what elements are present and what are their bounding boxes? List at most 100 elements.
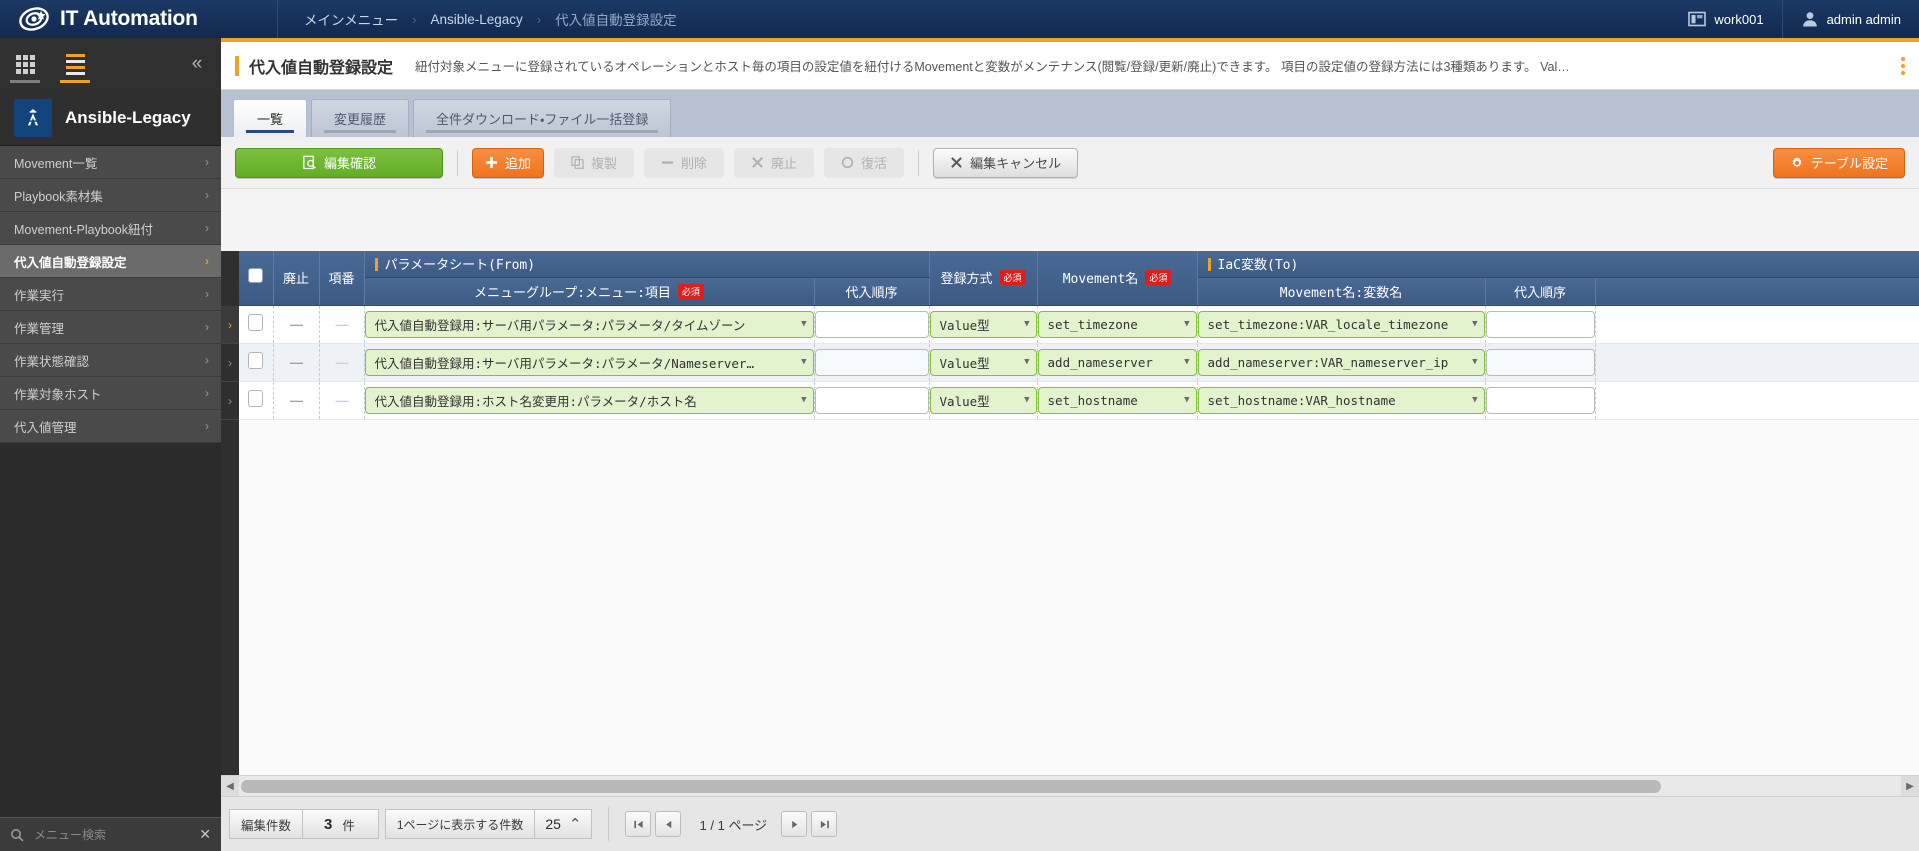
table-row[interactable]: — — 代入値自動登録用:ホスト名変更用:パラメータ/ホスト名 ▼ Value型 (239, 381, 1919, 419)
row-checkbox[interactable] (248, 352, 263, 369)
movement-name-select[interactable]: set_timezone ▼ (1038, 311, 1197, 338)
sidebar-item-playbook-materials[interactable]: Playbook素材集 › (0, 179, 221, 212)
kebab-menu-icon[interactable] (1901, 57, 1905, 75)
next-page-button[interactable] (781, 811, 807, 837)
sidebar-tab-grid-view[interactable] (0, 38, 50, 90)
row-expand-toggle[interactable]: › (221, 382, 239, 420)
row-checkbox[interactable] (248, 314, 263, 331)
breadcrumb-item-ansible-legacy[interactable]: Ansible-Legacy (428, 12, 524, 27)
tab-change-history[interactable]: 変更履歴 (311, 99, 409, 137)
workspace-selector[interactable]: work001 (1670, 0, 1781, 38)
row-movement-var-cell[interactable]: set_hostname:VAR_hostname ▼ (1197, 381, 1485, 419)
last-page-button[interactable] (811, 811, 837, 837)
first-page-button[interactable] (625, 811, 651, 837)
row-register-method-cell[interactable]: Value型 ▼ (929, 305, 1037, 343)
tab-bulk-download-upload[interactable]: 全件ダウンロード・ファイル一括登録 (413, 99, 671, 137)
sidebar-item-movement-playbook-link[interactable]: Movement-Playbook紐付 › (0, 212, 221, 245)
cancel-edit-button[interactable]: 編集キャンセル (933, 148, 1078, 178)
sidebar-search[interactable]: ✕ (0, 817, 221, 851)
sidebar-item-execute-work[interactable]: 作業実行 › (0, 278, 221, 311)
prev-page-button[interactable] (655, 811, 681, 837)
column-header-discard[interactable]: 廃止 (273, 251, 319, 305)
scroll-right-arrow-icon[interactable]: ▶ (1901, 776, 1919, 797)
brand-area[interactable]: IT Automation (0, 0, 278, 38)
confirm-edit-button[interactable]: 編集確認 (235, 148, 443, 178)
discard-button[interactable]: 廃止 (734, 148, 814, 178)
row-menu-group-cell[interactable]: 代入値自動登録用:ホスト名変更用:パラメータ/ホスト名 ▼ (364, 381, 814, 419)
assign-order-from-input[interactable] (815, 349, 929, 376)
column-header-menu-group[interactable]: メニューグループ:メニュー:項目必須 (364, 277, 814, 305)
chevron-up-icon[interactable]: ⌃ (569, 815, 582, 833)
add-button[interactable]: 追加 (472, 148, 544, 178)
column-header-register-method[interactable]: 登録方式必須 (929, 251, 1037, 305)
row-assign-order-to-cell[interactable] (1485, 343, 1595, 381)
column-header-seq[interactable]: 項番 (319, 251, 364, 305)
row-assign-order-from-cell[interactable] (814, 305, 929, 343)
user-menu[interactable]: admin admin (1782, 0, 1919, 38)
row-assign-order-to-cell[interactable] (1485, 381, 1595, 419)
restore-button[interactable]: 復活 (824, 148, 904, 178)
row-assign-order-from-cell[interactable] (814, 381, 929, 419)
scroll-left-arrow-icon[interactable]: ◀ (221, 776, 239, 797)
register-method-select[interactable]: Value型 ▼ (930, 387, 1037, 414)
row-assign-order-to-cell[interactable] (1485, 305, 1595, 343)
scrollbar-thumb[interactable] (241, 780, 1661, 793)
row-movement-name-cell[interactable]: set_hostname ▼ (1037, 381, 1197, 419)
scrollbar-track[interactable] (239, 776, 1901, 797)
row-register-method-cell[interactable]: Value型 ▼ (929, 343, 1037, 381)
row-select-cell[interactable] (239, 305, 273, 343)
movement-var-select[interactable]: set_timezone:VAR_locale_timezone ▼ (1198, 311, 1485, 338)
sidebar-item-movement-list[interactable]: Movement一覧 › (0, 146, 221, 179)
menu-group-select[interactable]: 代入値自動登録用:ホスト名変更用:パラメータ/ホスト名 ▼ (365, 387, 814, 414)
sidebar-item-substitution-management[interactable]: 代入値管理 › (0, 410, 221, 443)
row-movement-name-cell[interactable]: set_timezone ▼ (1037, 305, 1197, 343)
delete-button[interactable]: 削除 (644, 148, 724, 178)
assign-order-to-input[interactable] (1486, 311, 1595, 338)
duplicate-button[interactable]: 複製 (554, 148, 634, 178)
row-assign-order-from-cell[interactable] (814, 343, 929, 381)
breadcrumb-item-main-menu[interactable]: メインメニュー (302, 9, 400, 29)
per-page-selector[interactable]: 1ページに表示する件数 (385, 809, 535, 839)
column-header-movement-var[interactable]: Movement名:変数名 (1197, 277, 1485, 305)
search-input[interactable] (32, 827, 191, 843)
movement-name-select[interactable]: add_nameserver ▼ (1038, 349, 1197, 376)
select-all-checkbox[interactable] (248, 268, 263, 283)
row-select-cell[interactable] (239, 343, 273, 381)
row-menu-group-cell[interactable]: 代入値自動登録用:サーバ用パラメータ:パラメータ/Nameserver… ▼ (364, 343, 814, 381)
row-checkbox[interactable] (248, 390, 263, 407)
tab-list[interactable]: 一覧 (233, 99, 307, 137)
column-header-assign-order-from[interactable]: 代入順序 (814, 277, 929, 305)
row-menu-group-cell[interactable]: 代入値自動登録用:サーバ用パラメータ:パラメータ/タイムゾーン ▼ (364, 305, 814, 343)
row-movement-var-cell[interactable]: add_nameserver:VAR_nameserver_ip ▼ (1197, 343, 1485, 381)
column-header-assign-order-to[interactable]: 代入順序 (1485, 277, 1595, 305)
register-method-select[interactable]: Value型 ▼ (930, 311, 1037, 338)
register-method-select[interactable]: Value型 ▼ (930, 349, 1037, 376)
sidebar-collapse-button[interactable]: « (173, 38, 221, 90)
table-row[interactable]: — — 代入値自動登録用:サーバ用パラメータ:パラメータ/タイムゾーン ▼ Va… (239, 305, 1919, 343)
table-row[interactable]: — — 代入値自動登録用:サーバ用パラメータ:パラメータ/Nameserver…… (239, 343, 1919, 381)
column-header-movement-name[interactable]: Movement名必須 (1037, 251, 1197, 305)
row-expand-toggle[interactable]: › (221, 306, 239, 344)
close-icon[interactable]: ✕ (199, 826, 211, 843)
select-all-header[interactable] (239, 251, 273, 305)
menu-group-select[interactable]: 代入値自動登録用:サーバ用パラメータ:パラメータ/Nameserver… ▼ (365, 349, 814, 376)
sidebar-tab-list-view[interactable] (50, 38, 100, 90)
row-movement-name-cell[interactable]: add_nameserver ▼ (1037, 343, 1197, 381)
row-select-cell[interactable] (239, 381, 273, 419)
assign-order-from-input[interactable] (815, 311, 929, 338)
assign-order-to-input[interactable] (1486, 387, 1595, 414)
row-movement-var-cell[interactable]: set_timezone:VAR_locale_timezone ▼ (1197, 305, 1485, 343)
movement-var-select[interactable]: set_hostname:VAR_hostname ▼ (1198, 387, 1485, 414)
per-page-value-box[interactable]: 25 ⌃ (535, 809, 592, 839)
movement-name-select[interactable]: set_hostname ▼ (1038, 387, 1197, 414)
horizontal-scrollbar[interactable]: ◀ ▶ (221, 775, 1919, 796)
assign-order-to-input[interactable] (1486, 349, 1595, 376)
row-register-method-cell[interactable]: Value型 ▼ (929, 381, 1037, 419)
movement-var-select[interactable]: add_nameserver:VAR_nameserver_ip ▼ (1198, 349, 1485, 376)
sidebar-item-target-hosts[interactable]: 作業対象ホスト › (0, 377, 221, 410)
sidebar-item-work-status[interactable]: 作業状態確認 › (0, 344, 221, 377)
table-settings-button[interactable]: テーブル設定 (1773, 148, 1905, 178)
sidebar-item-work-management[interactable]: 作業管理 › (0, 311, 221, 344)
menu-group-select[interactable]: 代入値自動登録用:サーバ用パラメータ:パラメータ/タイムゾーン ▼ (365, 311, 814, 338)
row-expand-toggle[interactable]: › (221, 344, 239, 382)
